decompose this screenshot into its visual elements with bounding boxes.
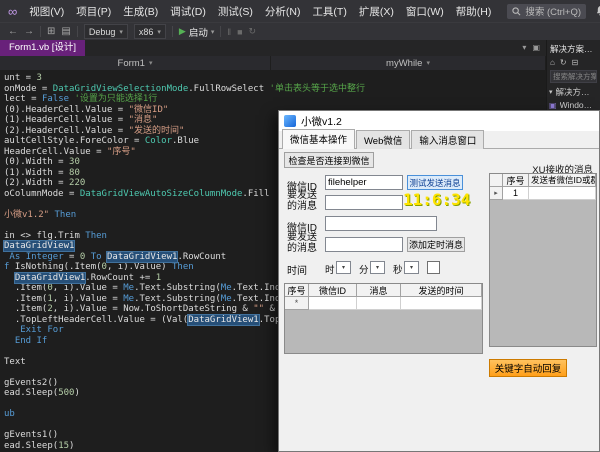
column-header-wxid: 微信ID (309, 284, 357, 297)
standard-toolbar: ← → ⊞ ▤ Debug ▾ x86 ▾ ▶ 启动 ▾ ‖ ■ ↻ (0, 22, 600, 40)
app-icon (284, 115, 296, 127)
new-row-header: * (285, 297, 309, 310)
grid-corner-cell (490, 174, 503, 187)
solution-config-dropdown[interactable]: Debug ▾ (84, 24, 128, 39)
vs-logo-icon: ∞ (0, 4, 23, 19)
vb-project-icon: ▣ (549, 101, 557, 110)
tab-form1-designer[interactable]: Form1.vb [设计] (0, 40, 85, 56)
table-row[interactable]: * (285, 297, 482, 310)
hour-label: 时 (325, 262, 335, 276)
menu-item[interactable]: 扩展(X) (353, 4, 400, 19)
check-connection-button[interactable]: 检查是否连接到微信 (284, 152, 374, 168)
menu-items: 视图(V)项目(P)生成(B)调试(D)测试(S)分析(N)工具(T)扩展(X)… (23, 4, 497, 19)
solution-explorer-title: 解决方案资源管理器 (547, 40, 600, 57)
table-row[interactable]: ▸ 1 (490, 187, 596, 200)
menu-bar: ∞ 视图(V)项目(P)生成(B)调试(D)测试(S)分析(N)工具(T)扩展(… (0, 0, 600, 22)
collapse-all-icon[interactable]: ⊟ (572, 58, 579, 67)
app-tab-page: 检查是否连接到微信 微信ID 测试发送消息 要发送的消息 11:6:34 微信I… (279, 149, 599, 451)
menu-item[interactable]: 调试(D) (164, 4, 212, 19)
app-title-bar[interactable]: 小微v1.2 (279, 111, 599, 131)
hour-spinner[interactable]: ▾ (336, 261, 351, 274)
minute-label: 分 (359, 262, 369, 276)
search-icon (512, 7, 521, 16)
tab-list-chevron-icon[interactable]: ▾ (522, 43, 526, 52)
save-icon[interactable]: ▤ (61, 26, 70, 37)
pane-header-form1[interactable]: Form1 ▾ (0, 56, 271, 70)
home-icon[interactable]: ⌂ (550, 58, 555, 67)
tree-item-solution[interactable]: ▾ 解决方案"WindowsApp4" (547, 85, 600, 99)
column-header-index: 序号 (503, 174, 529, 187)
chevron-down-icon: ▾ (426, 59, 430, 67)
tab-input-message-window[interactable]: 输入消息窗口 (411, 130, 484, 149)
column-header-message: 消息 (357, 284, 401, 297)
navigate-forward-icon[interactable]: → (24, 26, 34, 37)
menu-item[interactable]: 帮助(H) (450, 4, 498, 19)
play-icon: ▶ (179, 26, 186, 37)
menu-item[interactable]: 窗口(W) (400, 4, 450, 19)
toolbar-separator (40, 26, 41, 37)
navigate-back-icon[interactable]: ← (8, 26, 18, 37)
scheduled-messages-grid[interactable]: 序号 微信ID 消息 发送的时间 * (284, 283, 483, 354)
chevron-down-icon: ▾ (149, 59, 153, 67)
app-title: 小微v1.2 (301, 114, 342, 129)
menu-item[interactable]: 视图(V) (23, 4, 70, 19)
chevron-down-icon: ▾ (157, 28, 161, 36)
toolbar-separator (220, 26, 221, 37)
restart-icon[interactable]: ↻ (249, 26, 257, 37)
platform-dropdown[interactable]: x86 ▾ (134, 24, 166, 39)
time-label: 时间 (287, 262, 307, 277)
tab-wechat-basic[interactable]: 微信基本操作 (282, 129, 355, 149)
received-messages-grid[interactable]: 序号 发送者微信ID或群 ▸ 1 (489, 173, 597, 347)
second-label: 秒 (393, 262, 403, 276)
tab-web-wechat[interactable]: Web微信 (356, 130, 410, 149)
new-file-icon[interactable]: ⊞ (47, 26, 55, 37)
stop-icon[interactable]: ■ (237, 27, 242, 37)
current-row-marker: ▸ (490, 187, 503, 200)
float-window-icon[interactable]: ▣ (532, 43, 540, 52)
minute-spinner[interactable]: ▾ (370, 261, 385, 274)
menu-item[interactable]: 项目(P) (70, 4, 117, 19)
timer-message-input[interactable] (325, 237, 403, 252)
menu-item[interactable]: 工具(T) (306, 4, 352, 19)
menu-item[interactable]: 生成(B) (117, 4, 164, 19)
message-input[interactable] (325, 195, 403, 210)
toolbar-separator (172, 26, 173, 37)
quick-search-box[interactable]: 搜索 (Ctrl+Q) (507, 4, 586, 19)
run-label: 启动 (189, 25, 208, 39)
column-header-sendtime: 发送的时间 (401, 284, 482, 297)
message-label: 要发送的消息 (287, 191, 321, 212)
timer-enable-checkbox[interactable] (427, 261, 440, 274)
column-header-sender: 发送者微信ID或群 (529, 174, 596, 187)
row-index-cell: 1 (503, 187, 529, 200)
keyword-auto-reply-button[interactable]: 关键字自动回复 (489, 359, 567, 377)
chevron-expanded-icon: ▾ (549, 88, 553, 96)
refresh-icon[interactable]: ↻ (560, 58, 567, 67)
app-tab-strip: 微信基本操作 Web微信 输入消息窗口 (279, 131, 599, 149)
grid-corner-cell: 序号 (285, 284, 309, 297)
add-timed-message-button[interactable]: 添加定时消息 (407, 237, 465, 252)
chevron-down-icon: ▾ (211, 28, 215, 36)
pane-header-mywhile[interactable]: myWhile ▾ (271, 56, 545, 70)
toolbar-separator (77, 26, 78, 37)
app-window: 小微v1.2 微信基本操作 Web微信 输入消息窗口 检查是否连接到微信 微信I… (278, 110, 600, 452)
screen: ∞ 视图(V)项目(P)生成(B)调试(D)测试(S)分析(N)工具(T)扩展(… (0, 0, 600, 452)
menu-item[interactable]: 分析(N) (259, 4, 307, 19)
menu-item[interactable]: 测试(S) (212, 4, 259, 19)
search-placeholder: 搜索 (Ctrl+Q) (525, 4, 581, 18)
notifications-bell-icon[interactable] (596, 6, 600, 16)
clock-display: 11:6:34 (403, 190, 470, 209)
second-spinner[interactable]: ▾ (404, 261, 419, 274)
pause-icon[interactable]: ‖ (227, 27, 231, 37)
timer-wxid-input[interactable] (325, 216, 437, 231)
document-tab-bar: Form1.vb [设计] ▾ ▣ (0, 40, 600, 56)
start-debugging-button[interactable]: ▶ 启动 ▾ (179, 25, 214, 39)
chevron-down-icon: ▾ (119, 28, 123, 36)
timer-message-label: 要发送的消息 (287, 233, 321, 254)
wxid-input[interactable] (325, 175, 403, 190)
test-send-button[interactable]: 测试发送消息 (407, 175, 463, 190)
solution-explorer-search[interactable]: 搜索解决方案资源管理器(Ctrl+;) (550, 70, 597, 83)
